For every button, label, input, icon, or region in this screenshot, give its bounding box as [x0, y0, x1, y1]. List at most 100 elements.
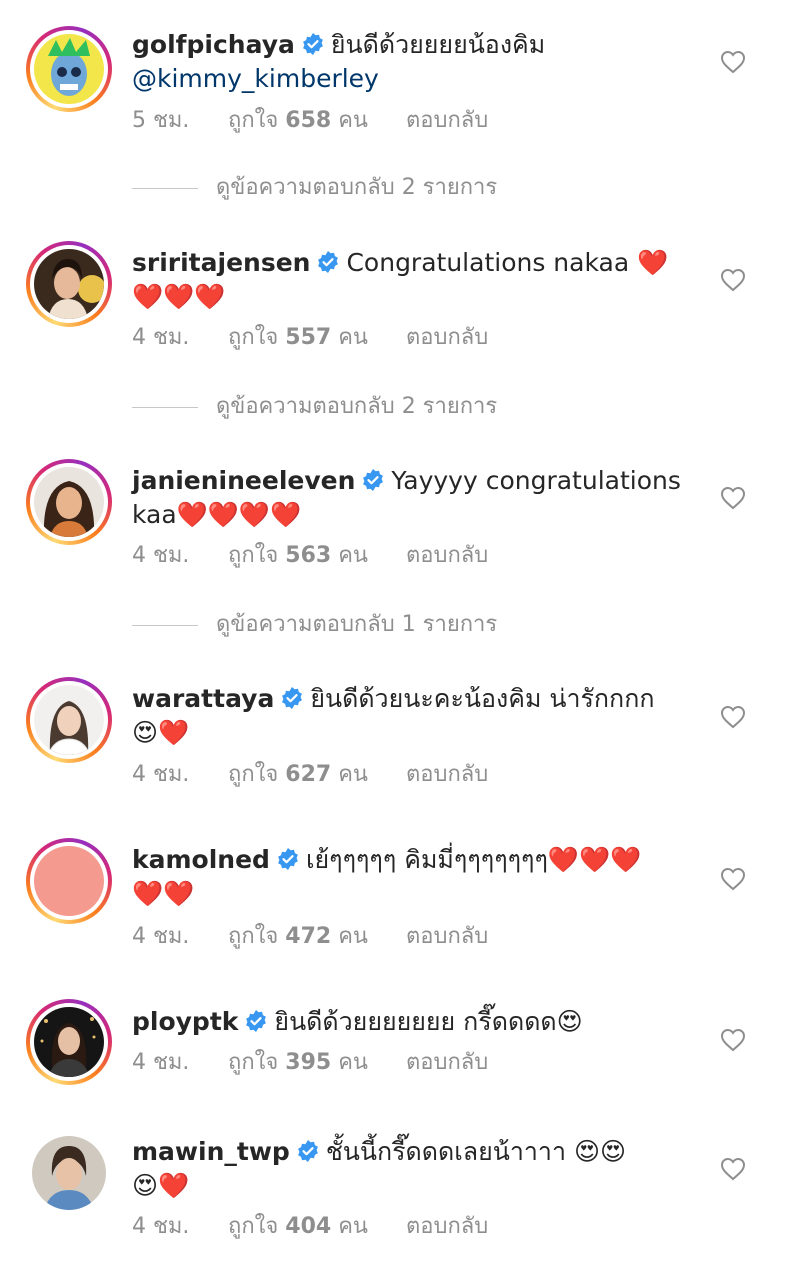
reply-button[interactable]: ตอบกลับ — [406, 1212, 488, 1242]
avatar[interactable] — [26, 999, 112, 1085]
comment-body: Congratulations nakaa ❤️ — [346, 248, 669, 277]
comment-username[interactable]: sriritajensen — [132, 248, 310, 277]
comment-meta: 4 ชม. ถูกใจ 557 คน ตอบกลับ — [132, 323, 488, 353]
heart-outline-icon[interactable] — [720, 705, 746, 729]
comment-username[interactable]: ployptk — [132, 1007, 238, 1036]
divider-line — [132, 624, 198, 626]
comment-body: ยินดีด้วยนะคะน้องคิม น่ารักกกก — [310, 684, 655, 713]
likes-unit: คน — [338, 108, 368, 133]
comment-likes[interactable]: ถูกใจ 472 คน — [228, 922, 406, 952]
comment-likes[interactable]: ถูกใจ 658 คน — [228, 106, 406, 136]
view-replies-button[interactable]: ดูข้อความตอบกลับ 1 รายการ — [132, 610, 497, 640]
reply-button[interactable]: ตอบกลับ — [406, 1048, 488, 1078]
comment-text: mawin_twp ชั้นนี้กรี๊ดดดเลยน้าาาา 😍😍 😍❤️ — [132, 1135, 692, 1203]
divider-line — [132, 187, 198, 189]
reply-button[interactable]: ตอบกลับ — [406, 106, 488, 136]
comment-body: เย้ๆๆๆๆๆ คิมมี่ๆๆๆๆๆๆๆ❤️❤️❤️ — [305, 845, 642, 874]
avatar[interactable] — [32, 1136, 106, 1210]
likes-count: 557 — [285, 325, 332, 350]
reply-button[interactable]: ตอบกลับ — [406, 541, 488, 571]
comment-text: kamolned เย้ๆๆๆๆๆ คิมมี่ๆๆๆๆๆๆๆ❤️❤️❤️ ❤️❤… — [132, 843, 692, 911]
comment-time: 4 ชม. — [132, 543, 190, 568]
likes-unit: คน — [338, 1050, 368, 1075]
comment-username[interactable]: janienineeleven — [132, 466, 355, 495]
comment-time: 4 ชม. — [132, 762, 190, 787]
heart-outline-icon[interactable] — [720, 1157, 746, 1181]
comment-time: 4 ชม. — [132, 924, 190, 949]
verified-badge-icon — [318, 251, 339, 273]
view-replies-button[interactable]: ดูข้อความตอบกลับ 2 รายการ — [132, 173, 497, 203]
comment-likes[interactable]: ถูกใจ 563 คน — [228, 541, 406, 571]
comment-likes[interactable]: ถูกใจ 557 คน — [228, 323, 406, 353]
likes-unit: คน — [338, 543, 368, 568]
likes-label: ถูกใจ — [228, 325, 279, 350]
likes-label: ถูกใจ — [228, 108, 279, 133]
comment-time: 4 ชม. — [132, 1050, 190, 1075]
emoji-line: ❤️❤️❤️ — [132, 282, 226, 311]
comment-time: 4 ชม. — [132, 1214, 190, 1239]
reply-button[interactable]: ตอบกลับ — [406, 922, 488, 952]
verified-badge-icon — [246, 1010, 267, 1032]
verified-badge-icon — [302, 33, 323, 55]
heart-outline-icon[interactable] — [720, 50, 746, 74]
comment-text: golfpichaya ยินดีด้วยยยยน้องคิม @kimmy_ki… — [132, 28, 692, 96]
likes-label: ถูกใจ — [228, 1050, 279, 1075]
likes-count: 395 — [285, 1050, 332, 1075]
comment-meta: 5 ชม. ถูกใจ 658 คน ตอบกลับ — [132, 106, 488, 136]
divider-line — [132, 406, 198, 408]
likes-count: 627 — [285, 762, 332, 787]
emoji-line: ❤️❤️ — [132, 879, 195, 908]
comment-body: Yayyyy congratulations — [391, 466, 681, 495]
likes-unit: คน — [338, 1214, 368, 1239]
comment-likes[interactable]: ถูกใจ 404 คน — [228, 1212, 406, 1242]
comment-username[interactable]: mawin_twp — [132, 1137, 290, 1166]
likes-count: 404 — [285, 1214, 332, 1239]
emoji-line: 😍❤️ — [132, 718, 190, 747]
comment-meta: 4 ชม. ถูกใจ 472 คน ตอบกลับ — [132, 922, 488, 952]
avatar[interactable] — [26, 677, 112, 763]
comment-username[interactable]: warattaya — [132, 684, 274, 713]
comment-username[interactable]: golfpichaya — [132, 30, 295, 59]
emoji-line: 😍❤️ — [132, 1171, 190, 1200]
comment-likes[interactable]: ถูกใจ 627 คน — [228, 760, 406, 790]
likes-count: 472 — [285, 924, 332, 949]
view-replies-label: ดูข้อความตอบกลับ 2 รายการ — [216, 175, 498, 200]
comment-text: janienineeleven Yayyyy congratulations ka… — [132, 464, 692, 532]
avatar[interactable] — [26, 838, 112, 924]
likes-label: ถูกใจ — [228, 1214, 279, 1239]
avatar[interactable] — [26, 26, 112, 112]
comment-text: warattaya ยินดีด้วยนะคะน้องคิม น่ารักกกก … — [132, 682, 692, 750]
likes-label: ถูกใจ — [228, 924, 279, 949]
comment-body-line2: kaa❤️❤️❤️❤️ — [132, 500, 302, 529]
verified-badge-icon — [278, 848, 298, 870]
comment-body: ยินดีด้วยยยยยยย กรี๊ดดดด😍 — [274, 1007, 583, 1036]
likes-unit: คน — [338, 924, 368, 949]
likes-count: 658 — [285, 108, 332, 133]
likes-unit: คน — [338, 325, 368, 350]
reply-button[interactable]: ตอบกลับ — [406, 323, 488, 353]
comment-time: 5 ชม. — [132, 108, 190, 133]
comment-meta: 4 ชม. ถูกใจ 563 คน ตอบกลับ — [132, 541, 488, 571]
verified-badge-icon — [363, 469, 384, 491]
comment-text: ployptk ยินดีด้วยยยยยยย กรี๊ดดดด😍 — [132, 1005, 692, 1039]
reply-button[interactable]: ตอบกลับ — [406, 760, 488, 790]
likes-unit: คน — [338, 762, 368, 787]
heart-outline-icon[interactable] — [720, 867, 746, 891]
comment-time: 4 ชม. — [132, 325, 190, 350]
comment-meta: 4 ชม. ถูกใจ 404 คน ตอบกลับ — [132, 1212, 488, 1242]
comment-likes[interactable]: ถูกใจ 395 คน — [228, 1048, 406, 1078]
view-replies-label: ดูข้อความตอบกลับ 2 รายการ — [216, 394, 498, 419]
comment-body: ชั้นนี้กรี๊ดดดเลยน้าาาา 😍😍 — [325, 1137, 627, 1166]
heart-outline-icon[interactable] — [720, 486, 746, 510]
comment-meta: 4 ชม. ถูกใจ 627 คน ตอบกลับ — [132, 760, 488, 790]
avatar[interactable] — [26, 459, 112, 545]
avatar[interactable] — [26, 241, 112, 327]
mention-link[interactable]: @kimmy_kimberley — [132, 64, 379, 93]
verified-badge-icon — [282, 687, 303, 709]
comment-username[interactable]: kamolned — [132, 845, 270, 874]
comment-body: ยินดีด้วยยยยน้องคิม — [330, 30, 546, 59]
view-replies-button[interactable]: ดูข้อความตอบกลับ 2 รายการ — [132, 392, 497, 422]
heart-outline-icon[interactable] — [720, 1028, 746, 1052]
heart-outline-icon[interactable] — [720, 268, 746, 292]
verified-badge-icon — [297, 1140, 318, 1162]
